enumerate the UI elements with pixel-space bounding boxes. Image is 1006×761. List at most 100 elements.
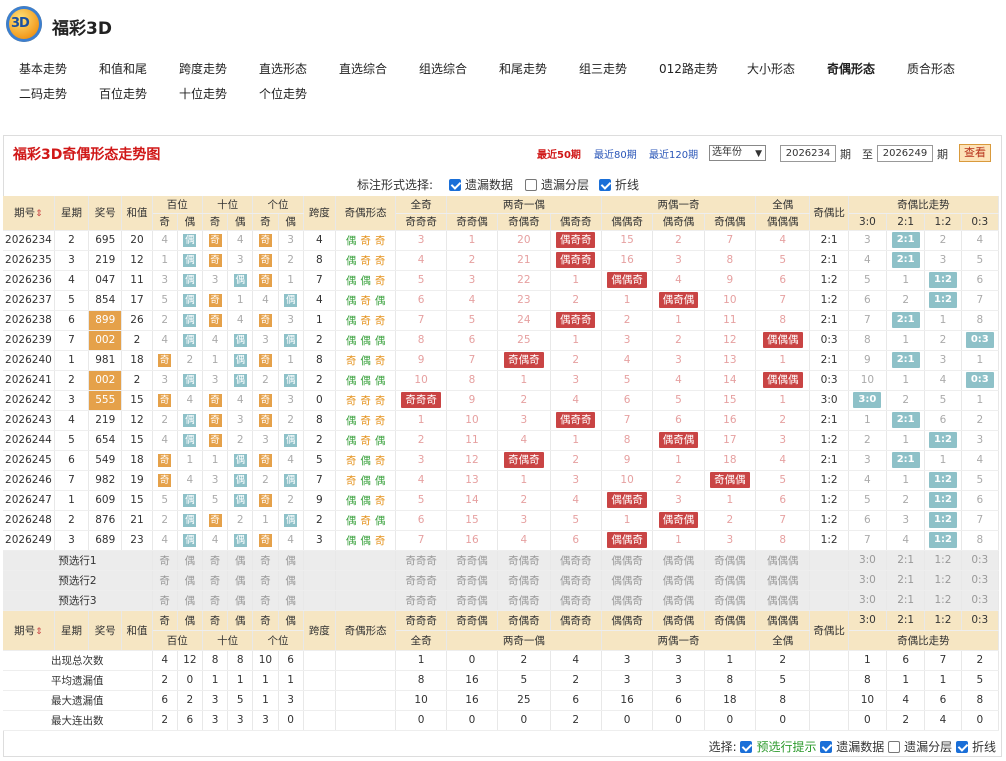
pre-form[interactable]: 奇偶偶 bbox=[704, 570, 757, 591]
pre-odd[interactable]: 奇 bbox=[202, 590, 229, 611]
pre-even[interactable]: 偶 bbox=[227, 550, 254, 571]
pre-odd[interactable]: 奇 bbox=[152, 570, 178, 591]
form-char: 偶 bbox=[345, 494, 357, 507]
pre-even[interactable]: 偶 bbox=[177, 590, 203, 611]
footer-miss-checkbox[interactable]: 遗漏数据 bbox=[820, 740, 884, 754]
nav-item[interactable]: 012路走势 bbox=[659, 60, 718, 77]
pre-ratio[interactable]: 0:3 bbox=[961, 570, 1000, 591]
nav-item[interactable]: 跨度走势 bbox=[179, 60, 227, 77]
pre-odd[interactable]: 奇 bbox=[202, 550, 229, 571]
pre-form[interactable]: 奇奇奇 bbox=[395, 550, 447, 571]
nav-item[interactable]: 个位走势 bbox=[259, 85, 307, 102]
pre-form[interactable]: 奇偶偶 bbox=[704, 590, 757, 611]
col-issue[interactable]: 期号⇕ bbox=[3, 196, 55, 231]
nav-item[interactable]: 奇偶形态 bbox=[827, 60, 875, 77]
pre-ratio[interactable]: 1:2 bbox=[924, 550, 962, 571]
miss-data-checkbox[interactable]: 遗漏数据 bbox=[449, 176, 513, 193]
pre-form[interactable]: 偶偶偶 bbox=[755, 570, 811, 591]
preselect-row[interactable]: 预选行3 奇偶奇偶奇偶奇奇奇 奇奇偶 奇偶奇 偶奇奇 偶偶奇 偶奇偶 奇偶偶 偶偶偶 3:0 2:1… bbox=[3, 590, 1000, 611]
footer-line-checkbox[interactable]: 折线 bbox=[955, 740, 996, 754]
to-issue-input[interactable]: 2026249 bbox=[877, 145, 933, 162]
stats-ratio: 7 bbox=[924, 650, 962, 671]
stats-pos: 1 bbox=[202, 670, 229, 691]
preselect-row[interactable]: 预选行2 奇偶奇偶奇偶奇奇奇 奇奇偶 奇偶奇 偶奇奇 偶偶奇 偶奇偶 奇偶偶 偶偶偶 3:0 2:1… bbox=[3, 570, 1000, 591]
pre-even[interactable]: 偶 bbox=[278, 590, 304, 611]
recent-80-link[interactable]: 最近80期 bbox=[594, 146, 637, 161]
pre-form[interactable]: 奇偶偶 bbox=[704, 550, 757, 571]
pre-ratio[interactable]: 2:1 bbox=[886, 590, 926, 611]
pre-ratio[interactable]: 1:2 bbox=[924, 590, 962, 611]
nav-item[interactable]: 大小形态 bbox=[747, 60, 795, 77]
pre-form[interactable]: 偶偶奇 bbox=[601, 550, 654, 571]
line-checkbox[interactable]: 折线 bbox=[599, 176, 639, 193]
pre-odd[interactable]: 奇 bbox=[252, 590, 279, 611]
pre-ratio[interactable]: 3:0 bbox=[848, 590, 888, 611]
col-issue[interactable]: 期号⇕ bbox=[3, 610, 55, 651]
pre-form[interactable]: 偶奇奇 bbox=[550, 590, 602, 611]
cell-form-miss: 1 bbox=[497, 470, 551, 491]
nav-item[interactable]: 组选综合 bbox=[419, 60, 467, 77]
lottery-3d-logo[interactable]: 3D bbox=[6, 6, 42, 42]
pre-form[interactable]: 偶偶奇 bbox=[601, 590, 654, 611]
pre-form[interactable]: 偶偶偶 bbox=[755, 550, 811, 571]
pre-form[interactable]: 偶偶奇 bbox=[601, 570, 654, 591]
pre-form[interactable]: 奇奇偶 bbox=[446, 570, 499, 591]
pre-form[interactable]: 奇偶奇 bbox=[497, 590, 551, 611]
pre-ratio[interactable]: 0:3 bbox=[961, 590, 1000, 611]
pre-form[interactable]: 偶奇偶 bbox=[652, 550, 705, 571]
nav-item[interactable]: 直选形态 bbox=[259, 60, 307, 77]
nav-item[interactable]: 和值和尾 bbox=[99, 60, 147, 77]
pre-form[interactable]: 奇奇奇 bbox=[395, 570, 447, 591]
nav-item[interactable]: 二码走势 bbox=[19, 85, 67, 102]
year-select[interactable]: 选年份 ▼ bbox=[709, 145, 766, 161]
nav-item[interactable]: 百位走势 bbox=[99, 85, 147, 102]
pre-form[interactable]: 奇奇奇 bbox=[395, 590, 447, 611]
pre-ratio[interactable]: 2:1 bbox=[886, 550, 926, 571]
query-button[interactable]: 查看 bbox=[959, 144, 991, 162]
pre-form[interactable]: 偶偶偶 bbox=[755, 590, 811, 611]
pre-form[interactable]: 奇奇偶 bbox=[446, 590, 499, 611]
pre-form[interactable]: 偶奇偶 bbox=[652, 570, 705, 591]
pre-even[interactable]: 偶 bbox=[177, 570, 203, 591]
nav-item[interactable]: 基本走势 bbox=[19, 60, 67, 77]
pre-even[interactable]: 偶 bbox=[278, 550, 304, 571]
stats-pos: 6 bbox=[152, 690, 178, 711]
pre-odd[interactable]: 奇 bbox=[252, 550, 279, 571]
nav-item[interactable]: 十位走势 bbox=[179, 85, 227, 102]
pre-form[interactable]: 奇奇偶 bbox=[446, 550, 499, 571]
from-issue-input[interactable]: 2026234 bbox=[780, 145, 836, 162]
nav-item[interactable]: 直选综合 bbox=[339, 60, 387, 77]
form-char: 奇 bbox=[374, 234, 386, 247]
pre-odd[interactable]: 奇 bbox=[202, 570, 229, 591]
recent-120-link[interactable]: 最近120期 bbox=[649, 146, 698, 161]
pre-even[interactable]: 偶 bbox=[278, 570, 304, 591]
footer-layer-checkbox[interactable]: 遗漏分层 bbox=[888, 740, 952, 754]
pre-form[interactable]: 奇偶奇 bbox=[497, 570, 551, 591]
pre-form[interactable]: 偶奇偶 bbox=[652, 590, 705, 611]
pre-even[interactable]: 偶 bbox=[227, 570, 254, 591]
miss-layer-checkbox[interactable]: 遗漏分层 bbox=[525, 176, 589, 193]
pre-even[interactable]: 偶 bbox=[177, 550, 203, 571]
pre-ratio[interactable]: 0:3 bbox=[961, 550, 1000, 571]
pre-form[interactable]: 偶奇奇 bbox=[550, 570, 602, 591]
nav-item[interactable]: 质合形态 bbox=[907, 60, 955, 77]
recent-50-link[interactable]: 最近50期 bbox=[537, 146, 581, 161]
pre-ratio[interactable]: 3:0 bbox=[848, 550, 888, 571]
pre-ratio[interactable]: 3:0 bbox=[848, 570, 888, 591]
pre-odd[interactable]: 奇 bbox=[252, 570, 279, 591]
pre-odd[interactable]: 奇 bbox=[152, 590, 178, 611]
pre-odd[interactable]: 奇 bbox=[152, 550, 178, 571]
preselect-hint-checkbox[interactable]: 预选行提示 bbox=[740, 740, 816, 754]
pre-even[interactable]: 偶 bbox=[227, 590, 254, 611]
pre-ratio[interactable]: 1:2 bbox=[924, 570, 962, 591]
preselect-row[interactable]: 预选行1 奇偶奇偶奇偶奇奇奇 奇奇偶 奇偶奇 偶奇奇 偶偶奇 偶奇偶 奇偶偶 偶偶偶 3:0 2:1… bbox=[3, 550, 1000, 571]
form-char: 奇 bbox=[360, 434, 371, 447]
cell-week: 3 bbox=[54, 390, 90, 411]
cell-shi-odd: 3 bbox=[202, 370, 229, 391]
pre-form[interactable]: 奇偶奇 bbox=[497, 550, 551, 571]
ratio-hit: 1:2 bbox=[928, 272, 957, 288]
pre-form[interactable]: 偶奇奇 bbox=[550, 550, 602, 571]
pre-ratio[interactable]: 2:1 bbox=[886, 570, 926, 591]
nav-item[interactable]: 组三走势 bbox=[579, 60, 627, 77]
nav-item[interactable]: 和尾走势 bbox=[499, 60, 547, 77]
